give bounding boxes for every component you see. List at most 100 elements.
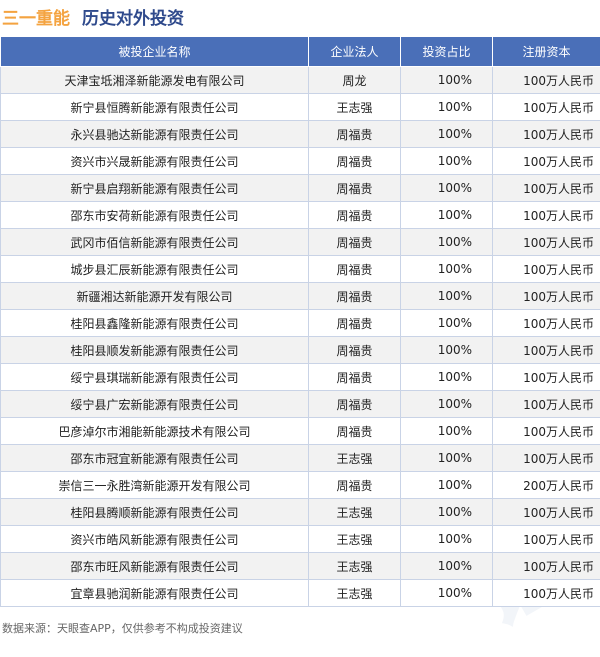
legal-rep-cell: 周福贵 bbox=[309, 391, 401, 418]
table-row: 桂阳县鑫隆新能源有限责任公司周福贵100%100万人民币 bbox=[1, 310, 600, 337]
legal-rep-cell: 周福贵 bbox=[309, 310, 401, 337]
legal-rep-cell: 王志强 bbox=[309, 94, 401, 121]
share-cell: 100% bbox=[401, 553, 493, 580]
share-cell: 100% bbox=[401, 364, 493, 391]
column-header-capital: 注册资本 bbox=[493, 37, 600, 67]
capital-cell: 100万人民币 bbox=[493, 553, 600, 580]
legal-rep-cell: 周福贵 bbox=[309, 175, 401, 202]
share-cell: 100% bbox=[401, 391, 493, 418]
share-cell: 100% bbox=[401, 418, 493, 445]
table-row: 武冈市佰信新能源有限责任公司周福贵100%100万人民币 bbox=[1, 229, 600, 256]
legal-rep-cell: 周福贵 bbox=[309, 283, 401, 310]
column-header-share: 投资占比 bbox=[401, 37, 493, 67]
legal-rep-cell: 王志强 bbox=[309, 526, 401, 553]
capital-cell: 100万人民币 bbox=[493, 364, 600, 391]
investment-table: 被投企业名称 企业法人 投资占比 注册资本 天津宝坻湘泽新能源发电有限公司周龙1… bbox=[0, 36, 600, 607]
table-row: 崇信三一永胜湾新能源开发有限公司周福贵100%200万人民币 bbox=[1, 472, 600, 499]
table-row: 新宁县启翔新能源有限责任公司周福贵100%100万人民币 bbox=[1, 175, 600, 202]
share-cell: 100% bbox=[401, 499, 493, 526]
company-name: 三一重能 bbox=[2, 4, 70, 29]
capital-cell: 100万人民币 bbox=[493, 121, 600, 148]
capital-cell: 100万人民币 bbox=[493, 445, 600, 472]
table-row: 新宁县恒腾新能源有限责任公司王志强100%100万人民币 bbox=[1, 94, 600, 121]
company-name-cell: 巴彦淖尔市湘能新能源技术有限公司 bbox=[1, 418, 309, 445]
legal-rep-cell: 周福贵 bbox=[309, 337, 401, 364]
share-cell: 100% bbox=[401, 256, 493, 283]
company-name-cell: 天津宝坻湘泽新能源发电有限公司 bbox=[1, 67, 309, 94]
capital-cell: 100万人民币 bbox=[493, 229, 600, 256]
table-row: 桂阳县顺发新能源有限责任公司周福贵100%100万人民币 bbox=[1, 337, 600, 364]
capital-cell: 100万人民币 bbox=[493, 391, 600, 418]
legal-rep-cell: 周福贵 bbox=[309, 418, 401, 445]
table-row: 绥宁县广宏新能源有限责任公司周福贵100%100万人民币 bbox=[1, 391, 600, 418]
company-name-cell: 邵东市冠宜新能源有限责任公司 bbox=[1, 445, 309, 472]
capital-cell: 100万人民币 bbox=[493, 256, 600, 283]
legal-rep-cell: 王志强 bbox=[309, 553, 401, 580]
share-cell: 100% bbox=[401, 148, 493, 175]
company-name-cell: 永兴县驰达新能源有限责任公司 bbox=[1, 121, 309, 148]
column-header-company: 被投企业名称 bbox=[1, 37, 309, 67]
capital-cell: 100万人民币 bbox=[493, 418, 600, 445]
company-name-cell: 武冈市佰信新能源有限责任公司 bbox=[1, 229, 309, 256]
table-row: 邵东市旺风新能源有限责任公司王志强100%100万人民币 bbox=[1, 553, 600, 580]
share-cell: 100% bbox=[401, 337, 493, 364]
capital-cell: 100万人民币 bbox=[493, 283, 600, 310]
company-name-cell: 宜章县驰润新能源有限责任公司 bbox=[1, 580, 309, 607]
share-cell: 100% bbox=[401, 175, 493, 202]
table-row: 永兴县驰达新能源有限责任公司周福贵100%100万人民币 bbox=[1, 121, 600, 148]
company-name-cell: 崇信三一永胜湾新能源开发有限公司 bbox=[1, 472, 309, 499]
share-cell: 100% bbox=[401, 121, 493, 148]
page-header: 三一重能 历史对外投资 bbox=[0, 0, 600, 32]
table-row: 桂阳县腾顺新能源有限责任公司王志强100%100万人民币 bbox=[1, 499, 600, 526]
company-name-cell: 绥宁县广宏新能源有限责任公司 bbox=[1, 391, 309, 418]
table-row: 新疆湘达新能源开发有限公司周福贵100%100万人民币 bbox=[1, 283, 600, 310]
share-cell: 100% bbox=[401, 202, 493, 229]
legal-rep-cell: 王志强 bbox=[309, 580, 401, 607]
legal-rep-cell: 周福贵 bbox=[309, 364, 401, 391]
table-header-row: 被投企业名称 企业法人 投资占比 注册资本 bbox=[1, 37, 600, 67]
table-row: 资兴市皓风新能源有限责任公司王志强100%100万人民币 bbox=[1, 526, 600, 553]
share-cell: 100% bbox=[401, 67, 493, 94]
capital-cell: 100万人民币 bbox=[493, 310, 600, 337]
share-cell: 100% bbox=[401, 283, 493, 310]
company-name-cell: 桂阳县鑫隆新能源有限责任公司 bbox=[1, 310, 309, 337]
company-name-cell: 新宁县启翔新能源有限责任公司 bbox=[1, 175, 309, 202]
legal-rep-cell: 周福贵 bbox=[309, 121, 401, 148]
legal-rep-cell: 周福贵 bbox=[309, 148, 401, 175]
legal-rep-cell: 周福贵 bbox=[309, 256, 401, 283]
table-body: 天津宝坻湘泽新能源发电有限公司周龙100%100万人民币新宁县恒腾新能源有限责任… bbox=[1, 67, 600, 607]
capital-cell: 100万人民币 bbox=[493, 526, 600, 553]
table-row: 巴彦淖尔市湘能新能源技术有限公司周福贵100%100万人民币 bbox=[1, 418, 600, 445]
company-name-cell: 邵东市旺风新能源有限责任公司 bbox=[1, 553, 309, 580]
capital-cell: 100万人民币 bbox=[493, 94, 600, 121]
share-cell: 100% bbox=[401, 445, 493, 472]
legal-rep-cell: 周龙 bbox=[309, 67, 401, 94]
legal-rep-cell: 王志强 bbox=[309, 445, 401, 472]
company-name-cell: 桂阳县顺发新能源有限责任公司 bbox=[1, 337, 309, 364]
table-row: 邵东市冠宜新能源有限责任公司王志强100%100万人民币 bbox=[1, 445, 600, 472]
share-cell: 100% bbox=[401, 94, 493, 121]
capital-cell: 100万人民币 bbox=[493, 202, 600, 229]
legal-rep-cell: 王志强 bbox=[309, 499, 401, 526]
capital-cell: 100万人民币 bbox=[493, 499, 600, 526]
share-cell: 100% bbox=[401, 526, 493, 553]
company-name-cell: 资兴市兴晟新能源有限责任公司 bbox=[1, 148, 309, 175]
share-cell: 100% bbox=[401, 580, 493, 607]
capital-cell: 100万人民币 bbox=[493, 148, 600, 175]
table-row: 邵东市安荷新能源有限责任公司周福贵100%100万人民币 bbox=[1, 202, 600, 229]
capital-cell: 200万人民币 bbox=[493, 472, 600, 499]
legal-rep-cell: 周福贵 bbox=[309, 229, 401, 256]
page-title: 历史对外投资 bbox=[82, 4, 184, 29]
share-cell: 100% bbox=[401, 310, 493, 337]
company-name-cell: 桂阳县腾顺新能源有限责任公司 bbox=[1, 499, 309, 526]
capital-cell: 100万人民币 bbox=[493, 580, 600, 607]
table-row: 资兴市兴晟新能源有限责任公司周福贵100%100万人民币 bbox=[1, 148, 600, 175]
company-name-cell: 邵东市安荷新能源有限责任公司 bbox=[1, 202, 309, 229]
capital-cell: 100万人民币 bbox=[493, 337, 600, 364]
company-name-cell: 资兴市皓风新能源有限责任公司 bbox=[1, 526, 309, 553]
company-name-cell: 新宁县恒腾新能源有限责任公司 bbox=[1, 94, 309, 121]
table-row: 宜章县驰润新能源有限责任公司王志强100%100万人民币 bbox=[1, 580, 600, 607]
capital-cell: 100万人民币 bbox=[493, 175, 600, 202]
table-row: 城步县汇辰新能源有限责任公司周福贵100%100万人民币 bbox=[1, 256, 600, 283]
share-cell: 100% bbox=[401, 472, 493, 499]
